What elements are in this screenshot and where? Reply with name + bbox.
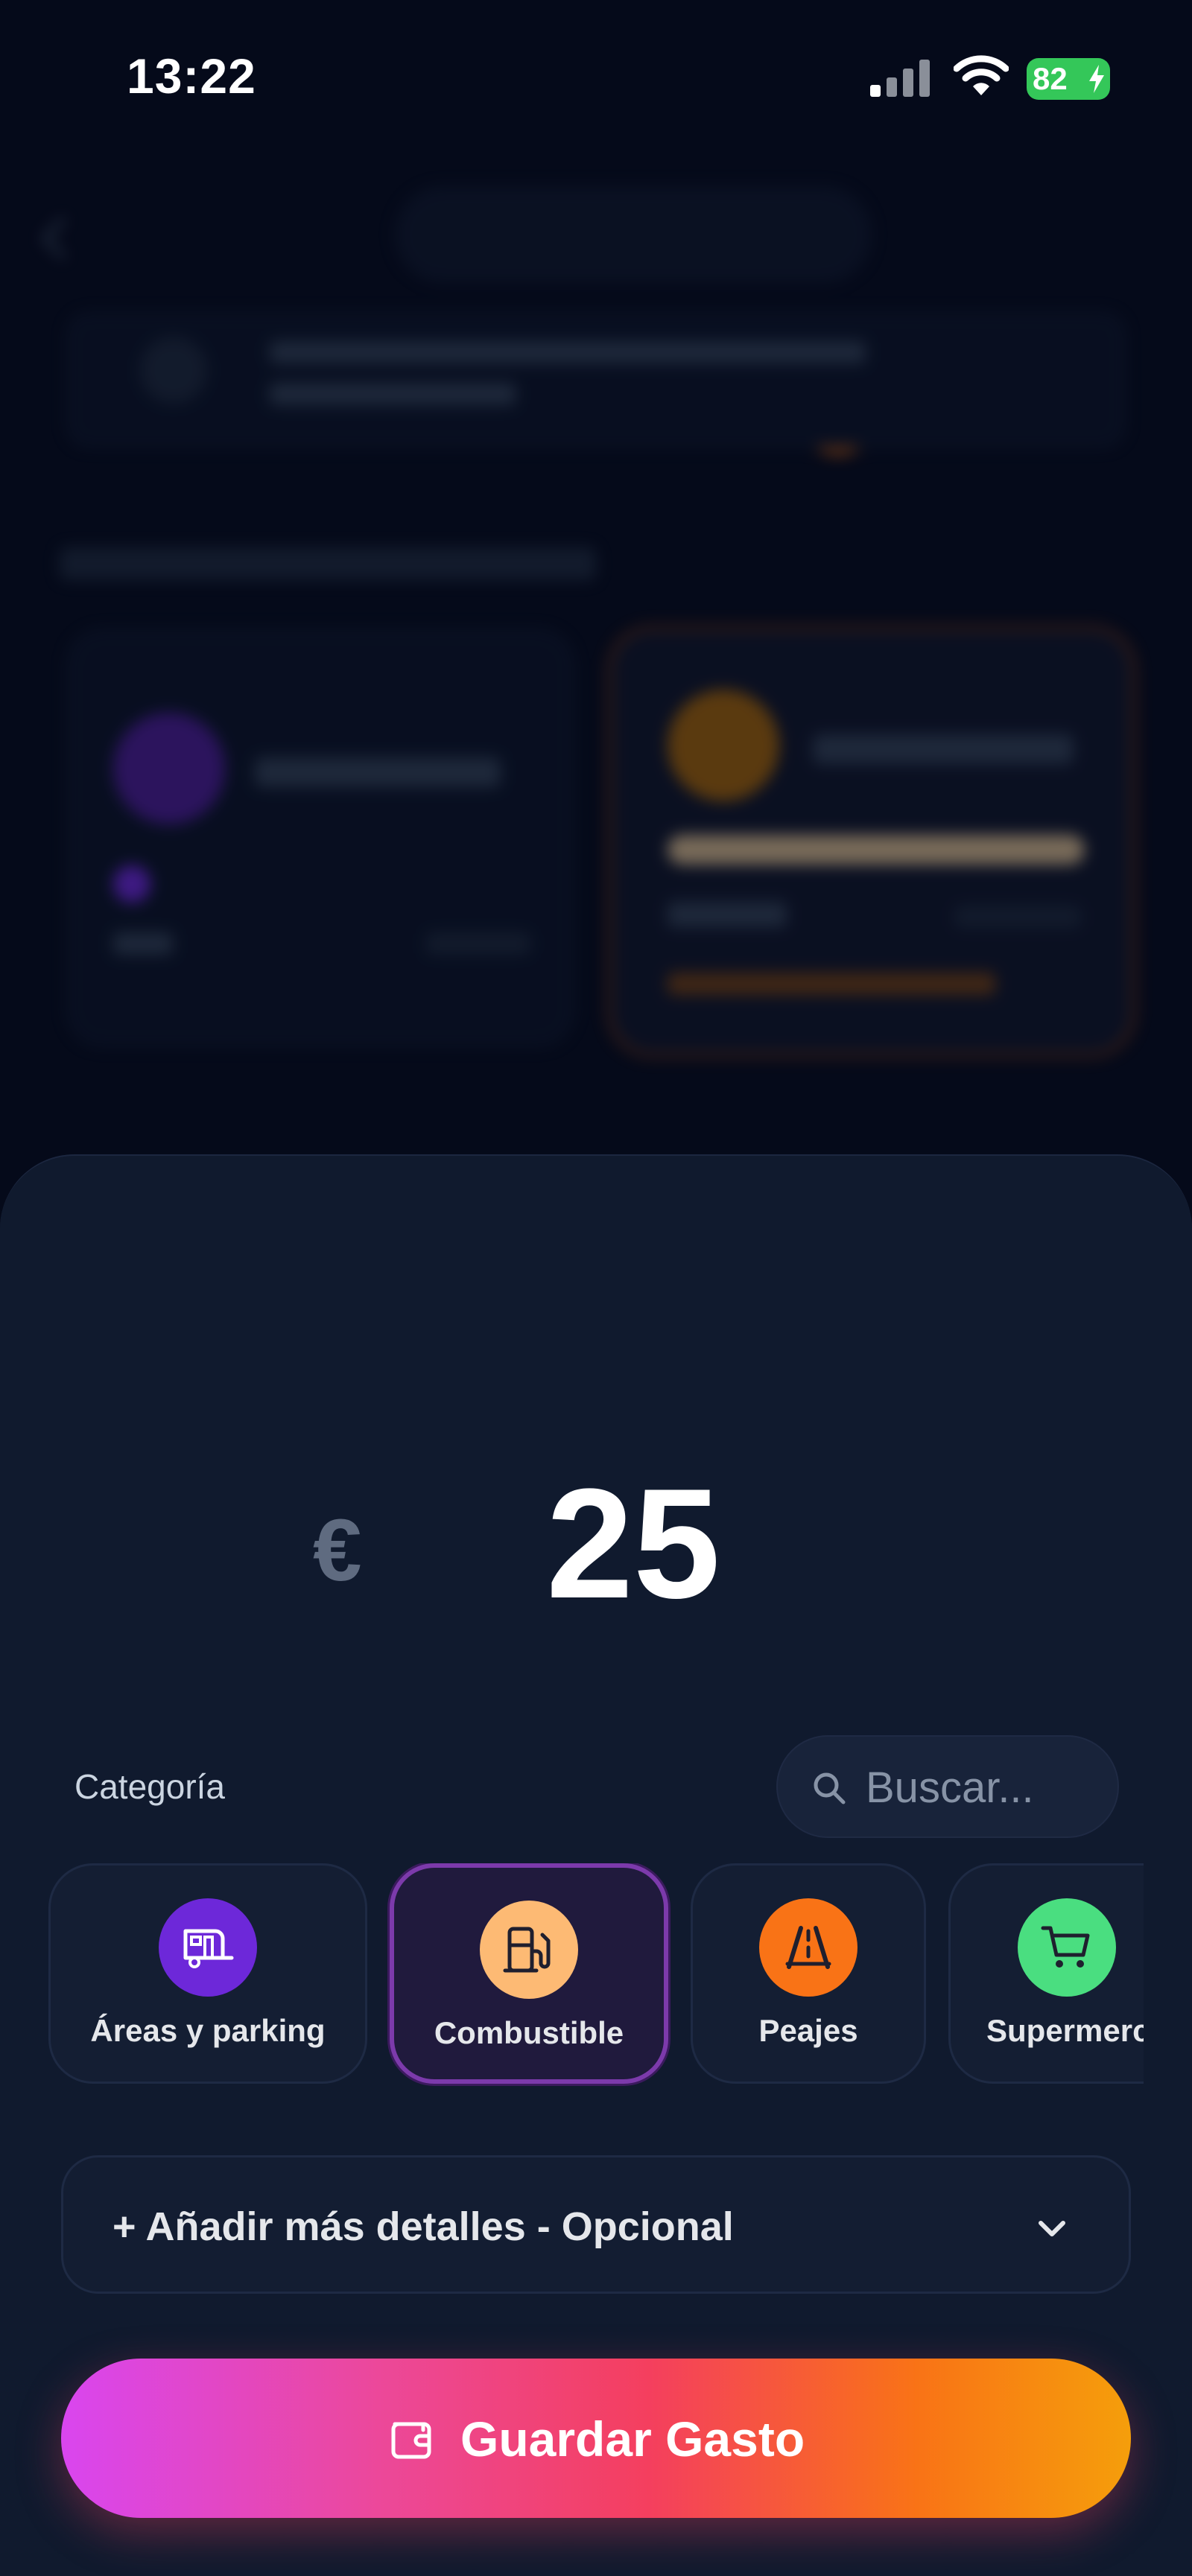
banner-icon [140, 337, 207, 404]
progress-bar [668, 835, 1085, 865]
cellular-signal-icon [870, 60, 930, 97]
wifi-icon [954, 55, 1009, 95]
category-label: Supermercado [986, 2013, 1144, 2048]
category-name-placeholder [255, 757, 501, 787]
add-details-toggle[interactable]: + Añadir más detalles - Opcional [61, 2155, 1131, 2294]
fuel-pump-icon [480, 1901, 578, 1999]
value-placeholder [954, 906, 1081, 928]
category-areas-parking[interactable]: Áreas y parking [48, 1863, 367, 2084]
category-summary-card-highlighted [607, 626, 1136, 1058]
category-label: Combustible [434, 2015, 624, 2050]
app-screen: 13:22 82 € 25 Categoría Buscar... Áreas … [0, 0, 1192, 2576]
save-expense-button[interactable]: Guardar Gasto [61, 2359, 1131, 2518]
charging-bolt-icon [1089, 65, 1104, 93]
trip-selector [395, 186, 1095, 456]
category-list: Áreas y parking Combustible Peajes Super… [48, 1863, 1144, 2087]
status-bar: 13:22 82 [0, 0, 1192, 156]
search-input[interactable] [866, 1758, 1104, 1817]
status-placeholder [668, 973, 995, 995]
battery-level: 82 [1033, 61, 1068, 96]
add-expense-sheet: € 25 Categoría Buscar... Áreas y parking… [0, 1154, 1192, 2576]
search-icon [814, 1772, 846, 1804]
camper-van-icon [159, 1898, 257, 1997]
indicator-dot [113, 865, 150, 903]
category-name-placeholder [813, 734, 1074, 764]
section-heading [60, 547, 596, 580]
shopping-cart-icon [1017, 1898, 1116, 1997]
value-placeholder [113, 932, 173, 955]
wallet-icon [391, 2422, 431, 2459]
save-button-label: Guardar Gasto [460, 2411, 805, 2467]
amount-input[interactable]: 25 [372, 1454, 894, 1634]
add-details-label: + Añadir más detalles - Opcional [112, 2204, 734, 2249]
chevron-down-icon [1039, 2221, 1065, 2236]
category-label: Peajes [758, 2013, 858, 2048]
category-label: Categoría [74, 1767, 226, 1806]
category-combustible[interactable]: Combustible [390, 1863, 668, 2084]
blurred-dashboard-background [0, 0, 1192, 1192]
category-peajes[interactable]: Peajes [691, 1863, 926, 2084]
category-icon [113, 713, 225, 824]
category-label: Áreas y parking [90, 2013, 326, 2048]
road-icon [759, 1898, 857, 1997]
category-search[interactable] [776, 1735, 1119, 1838]
status-time: 13:22 [127, 48, 256, 104]
back-arrow-icon [41, 217, 84, 260]
battery-indicator: 82 [1027, 58, 1110, 100]
currency-symbol: € [313, 1501, 362, 1600]
category-supermercado[interactable]: Supermercado [948, 1863, 1144, 2084]
banner-text-line [270, 341, 866, 363]
value-placeholder [668, 902, 787, 927]
banner-text-line [270, 383, 516, 405]
category-summary-card [67, 629, 574, 1046]
category-icon [668, 690, 779, 801]
info-banner [67, 313, 1125, 447]
value-placeholder [426, 932, 530, 955]
